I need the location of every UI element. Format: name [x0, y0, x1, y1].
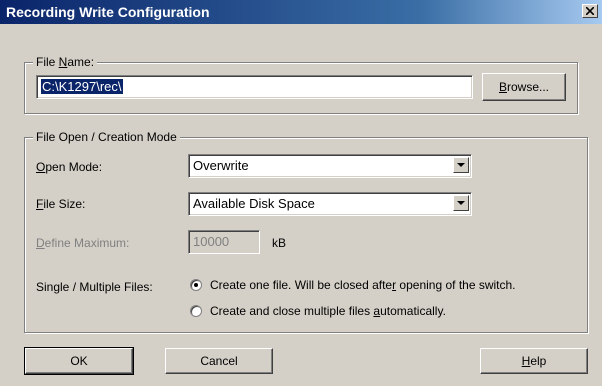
open-mode-value: Overwrite [193, 158, 249, 173]
file-size-select[interactable]: Available Disk Space [188, 192, 472, 216]
recording-write-configuration-dialog: Recording Write Configuration File Name:… [0, 0, 602, 386]
title-bar[interactable]: Recording Write Configuration [0, 0, 602, 24]
ok-button-label: OK [70, 354, 88, 368]
close-icon [586, 7, 594, 15]
file-path-input[interactable]: C:\K1297\rec\ [36, 75, 473, 99]
define-maximum-label: Define Maximum: [36, 236, 130, 250]
file-size-label: File Size: [36, 197, 86, 211]
radio-create-multiple-files-label: Create and close multiple files automati… [210, 304, 446, 318]
file-size-dropdown-button[interactable] [453, 195, 469, 211]
ok-button[interactable]: OK [24, 347, 134, 375]
radio-create-one-file[interactable]: Create one file. Will be closed after op… [190, 278, 580, 294]
close-button[interactable] [582, 4, 598, 18]
radio-create-one-file-label: Create one file. Will be closed after op… [210, 278, 516, 292]
open-mode-dropdown-button[interactable] [453, 157, 469, 173]
window-title: Recording Write Configuration [6, 4, 210, 20]
radio-create-one-file-button[interactable] [190, 279, 202, 291]
open-mode-select[interactable]: Overwrite [188, 154, 472, 178]
dropdown-arrow-icon [457, 200, 465, 205]
file-name-group-title: File Name: [33, 55, 98, 69]
help-button[interactable]: Help [480, 348, 588, 374]
radio-create-multiple-files[interactable]: Create and close multiple files automati… [190, 304, 580, 320]
radio-selected-dot [194, 283, 198, 287]
define-maximum-input[interactable]: 10000 [188, 230, 260, 254]
browse-button[interactable]: Browse... [482, 73, 566, 101]
cancel-button-label: Cancel [200, 354, 238, 368]
browse-button-label: Browse... [498, 80, 550, 94]
mode-group-title: File Open / Creation Mode [33, 130, 180, 144]
file-path-value: C:\K1297\rec\ [41, 79, 123, 94]
cancel-button[interactable]: Cancel [165, 348, 273, 374]
open-mode-label: Open Mode: [36, 160, 103, 174]
define-maximum-value: 10000 [193, 234, 230, 249]
file-size-value: Available Disk Space [193, 196, 315, 211]
define-maximum-unit: kB [272, 236, 287, 250]
single-multiple-files-label: Single / Multiple Files: [36, 280, 153, 294]
help-button-label: Help [521, 354, 547, 368]
radio-create-multiple-files-button[interactable] [190, 305, 202, 317]
dropdown-arrow-icon [457, 162, 465, 167]
